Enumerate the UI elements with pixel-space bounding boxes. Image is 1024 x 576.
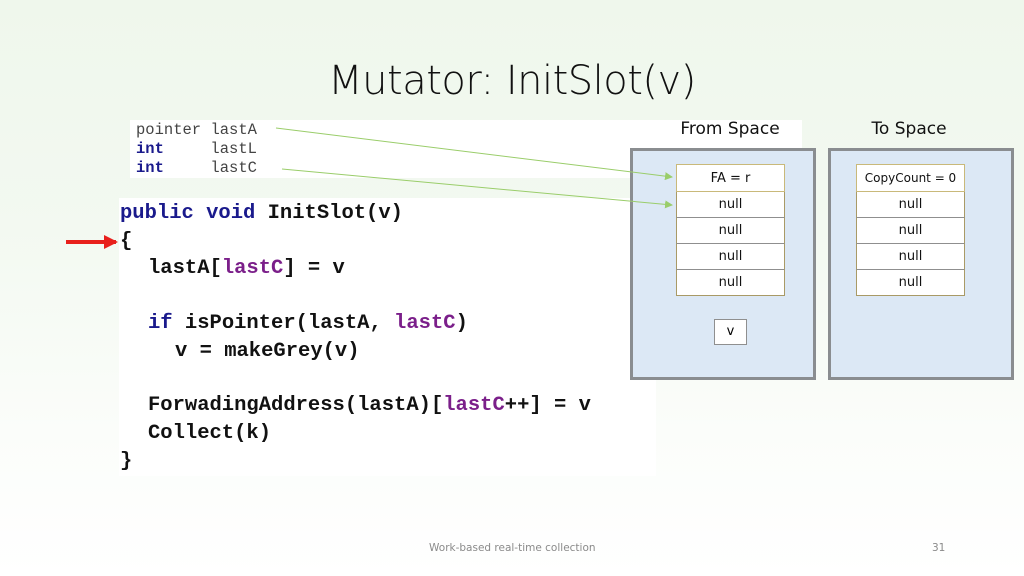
decl-type: pointer [136,121,202,139]
code-text: InitSlot(v) [255,202,403,225]
from-space-value-v: v [714,319,747,345]
from-space-object: FA = r null null null null [676,164,785,296]
code-variable: lastC [221,257,284,280]
code-line-makegrey: v = makeGrey(v) [175,340,360,363]
to-space-cell-header: CopyCount = 0 [856,164,965,192]
code-text: ++] = v [504,394,591,417]
code-line-signature: public void InitSlot(v) [120,201,403,227]
code-text: ForwadingAddress(lastA)[ [148,394,444,417]
to-space-cell: null [856,192,965,218]
slide-title: Mutator: InitSlot(v) [328,58,696,104]
from-space-cell-header: FA = r [676,164,785,192]
code-variable: lastC [394,312,456,335]
decl-name: lastA [210,121,257,139]
decl-type: int [136,159,164,177]
code-keyword: public void [120,202,256,225]
from-space-cell: null [676,270,785,296]
decl-type: int [136,140,164,158]
to-space-cell: null [856,270,965,296]
code-line-close-brace: } [120,450,133,473]
from-space-cell: null [676,218,785,244]
to-space-object: CopyCount = 0 null null null null [856,164,965,296]
to-space-cell: null [856,218,965,244]
to-space-label: To Space [871,119,947,139]
code-line-open-brace: { [120,230,133,253]
code-keyword: if [148,312,173,335]
code-line-assign: lastA[lastC] = v [148,256,345,282]
decl-name: lastC [210,159,257,177]
page-number: 31 [932,542,946,554]
decl-name: lastL [210,140,257,158]
from-space-cell: null [676,244,785,270]
from-space-label: From Space [680,119,780,139]
code-text: ) [455,312,468,335]
code-variable: lastC [443,394,505,417]
footer-title: Work-based real-time collection [429,542,596,554]
to-space-cell: null [856,244,965,270]
code-text: ] = v [283,257,345,280]
code-line-if: if isPointer(lastA, lastC) [148,311,468,337]
code-line-collect: Collect(k) [148,422,272,445]
code-line-forwarding: ForwadingAddress(lastA)[lastC++] = v [148,393,591,419]
from-space-cell: null [676,192,785,218]
code-text: lastA[ [148,257,222,280]
code-text: isPointer(lastA, [172,312,395,335]
declaration-lastL: int lastL [136,140,257,159]
declaration-lastC: int lastC [136,159,257,178]
declaration-lastA: pointer lastA [136,121,257,140]
